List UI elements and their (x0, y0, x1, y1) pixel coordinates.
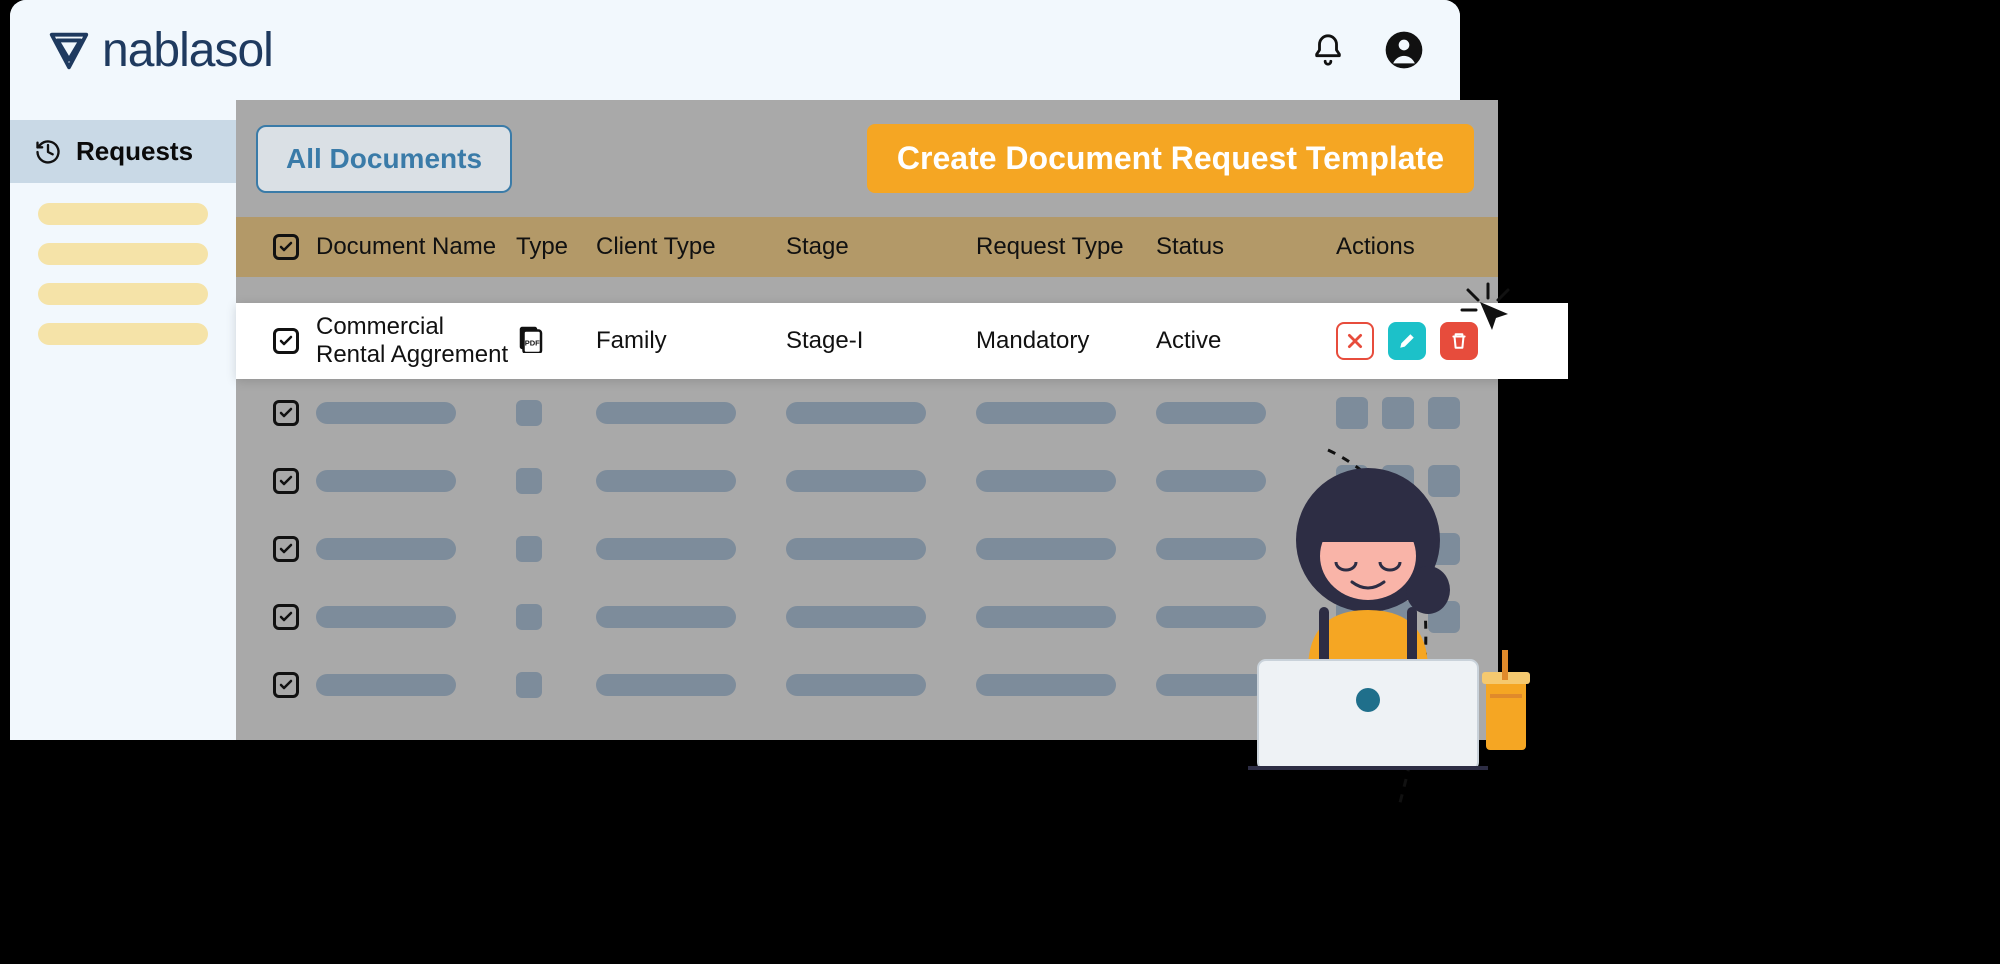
row-edit-button[interactable] (1388, 322, 1426, 360)
placeholder-bar (316, 538, 456, 560)
placeholder-square (1428, 397, 1460, 429)
cell-stage: Stage-I (786, 327, 976, 355)
cell-status: Active (1156, 327, 1336, 355)
pencil-icon (1398, 332, 1416, 350)
header-request-type: Request Type (976, 233, 1156, 261)
sidebar: Requests (10, 100, 236, 740)
cell-type: PDF (516, 323, 596, 360)
cell-client-type: Family (596, 327, 786, 355)
cursor-click-icon (1458, 280, 1518, 340)
sidebar-placeholders (10, 183, 236, 365)
placeholder-bar (596, 606, 736, 628)
placeholder-bar (316, 470, 456, 492)
brand: nablasol (46, 23, 273, 78)
placeholder-square (516, 604, 542, 630)
checkbox-icon[interactable] (273, 400, 299, 426)
history-icon (34, 138, 62, 166)
checkbox-icon[interactable] (273, 672, 299, 698)
sidebar-item-label: Requests (76, 136, 193, 167)
placeholder-bar (316, 674, 456, 696)
tab-all-documents[interactable]: All Documents (256, 125, 512, 193)
toolbar: All Documents Create Document Request Te… (236, 100, 1498, 217)
placeholder-bar (976, 674, 1116, 696)
checkbox-icon[interactable] (273, 536, 299, 562)
checkbox-icon (273, 234, 299, 260)
sidebar-item-requests[interactable]: Requests (10, 120, 236, 183)
account-button[interactable] (1384, 30, 1424, 70)
sidebar-placeholder (38, 203, 208, 225)
placeholder-square (516, 536, 542, 562)
svg-text:PDF: PDF (525, 338, 540, 347)
checkbox-icon[interactable] (273, 604, 299, 630)
bell-icon (1311, 33, 1345, 67)
placeholder-bar (596, 402, 736, 424)
brand-name: nablasol (102, 23, 273, 78)
placeholder-bar (316, 606, 456, 628)
placeholder-square (516, 400, 542, 426)
placeholder-bar (786, 538, 926, 560)
sidebar-placeholder (38, 243, 208, 265)
header-client-type: Client Type (596, 233, 786, 261)
table-header: Document Name Type Client Type Stage Req… (236, 217, 1498, 277)
table-row-placeholder (236, 379, 1498, 447)
placeholder-bar (1156, 402, 1266, 424)
placeholder-bar (976, 538, 1116, 560)
brand-logo-icon (46, 27, 92, 73)
sidebar-placeholder (38, 283, 208, 305)
placeholder-bar (786, 606, 926, 628)
cell-request-type: Mandatory (976, 327, 1156, 355)
placeholder-bar (976, 606, 1116, 628)
app-frame: nablasol Requests (10, 0, 1460, 740)
placeholder-bar (316, 402, 456, 424)
header-select-all[interactable] (256, 234, 316, 260)
placeholder-bar (596, 470, 736, 492)
placeholder-bar (786, 470, 926, 492)
topbar-actions (1308, 30, 1424, 70)
pdf-icon: PDF (516, 323, 546, 353)
placeholder-bar (976, 402, 1116, 424)
placeholder-bar (596, 674, 736, 696)
header-document-name: Document Name (316, 233, 516, 261)
header-status: Status (1156, 233, 1336, 261)
placeholder-square (516, 468, 542, 494)
checkbox-icon[interactable] (273, 468, 299, 494)
header-stage: Stage (786, 233, 976, 261)
row-checkbox[interactable] (256, 328, 316, 354)
header-actions: Actions (1336, 233, 1478, 261)
close-icon (1346, 332, 1364, 350)
cell-document-name: Commercial Rental Aggrement (316, 313, 516, 369)
placeholder-bar (976, 470, 1116, 492)
create-template-button[interactable]: Create Document Request Template (867, 124, 1474, 193)
body: Requests All Documents Create Document R… (10, 100, 1460, 740)
placeholder-square (1382, 397, 1414, 429)
placeholder-bar (786, 674, 926, 696)
header-type: Type (516, 233, 596, 261)
placeholder-square (1336, 397, 1368, 429)
user-circle-icon (1384, 30, 1424, 70)
placeholder-bar (786, 402, 926, 424)
notifications-button[interactable] (1308, 30, 1348, 70)
checkbox-icon (273, 328, 299, 354)
row-spacer (236, 277, 1498, 303)
row-close-button[interactable] (1336, 322, 1374, 360)
topbar: nablasol (10, 0, 1460, 100)
placeholder-bar (596, 538, 736, 560)
sidebar-placeholder (38, 323, 208, 345)
table-row-active[interactable]: Commercial Rental Aggrement PDF Family S… (236, 303, 1568, 379)
placeholder-square (516, 672, 542, 698)
coffee-cup-icon (1468, 650, 1548, 760)
main-panel: All Documents Create Document Request Te… (236, 100, 1498, 740)
